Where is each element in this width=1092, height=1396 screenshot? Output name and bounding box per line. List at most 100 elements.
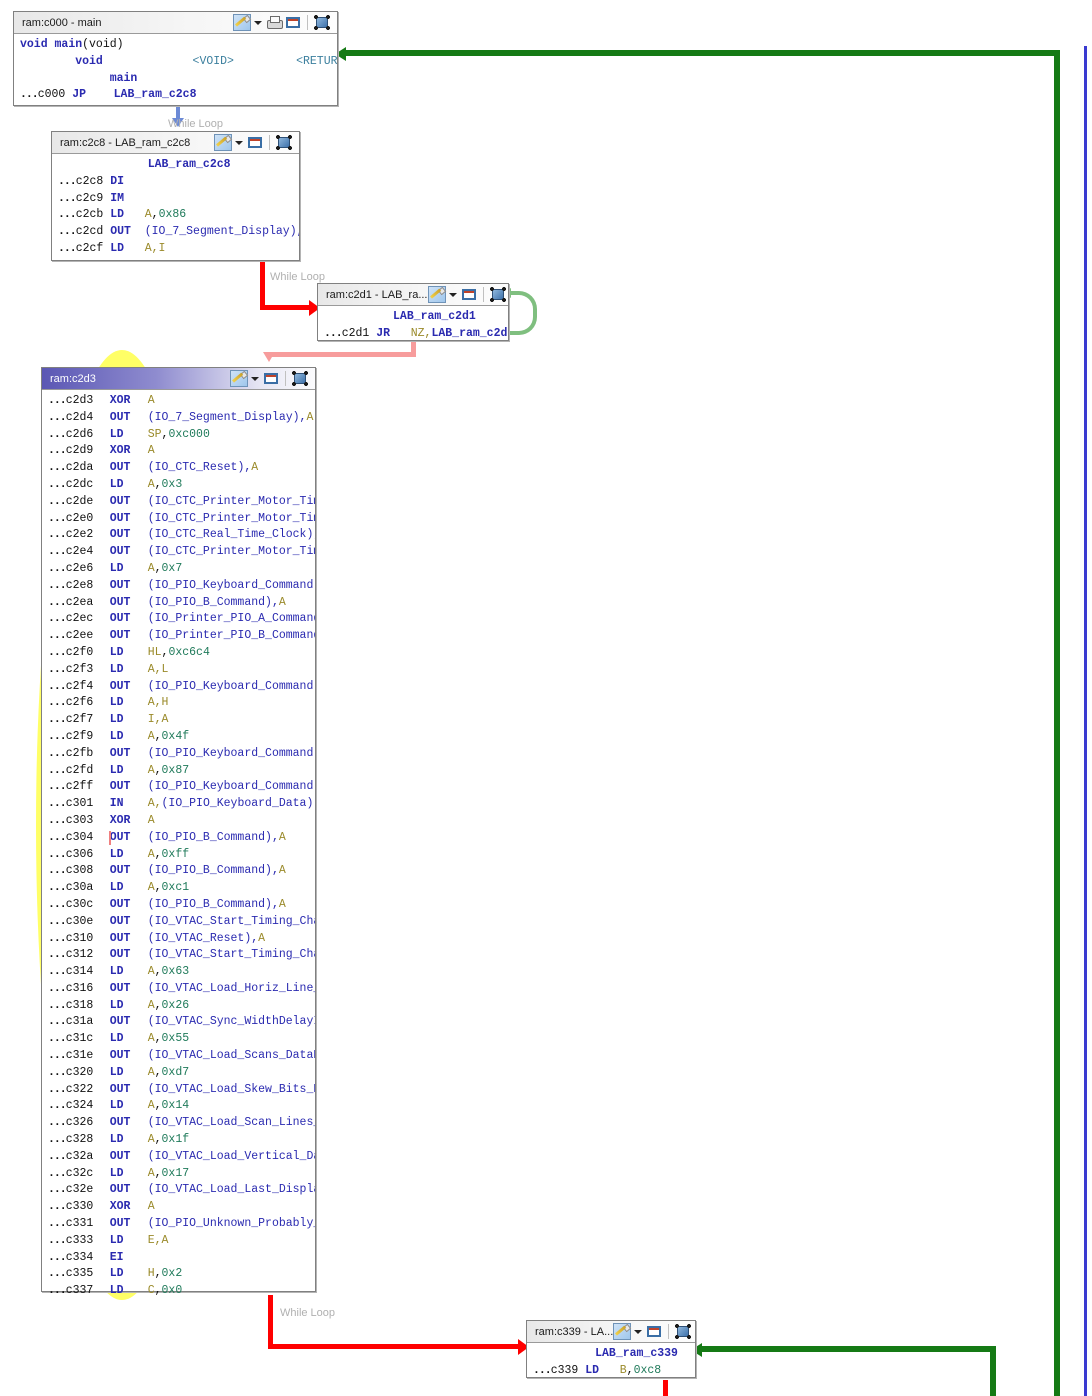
code-line[interactable]: ...c2c8 DI	[52, 174, 299, 191]
chevron-down-icon[interactable]	[251, 371, 260, 386]
block-ram-c2d3[interactable]: ram:c2d3 ...c2d3 XOR A ...c2d4 OUT (IO_7_Se…	[41, 367, 316, 1297]
fit-window-icon[interactable]	[489, 287, 506, 302]
code-line[interactable]: ...c314 LD A,0x63	[42, 964, 315, 981]
code-line[interactable]: ...c334 EI	[42, 1250, 315, 1267]
block-ram-c000[interactable]: ram:c000 - main void main(void) void <VO…	[13, 11, 338, 106]
code-line[interactable]: ...c324 LD A,0x14	[42, 1098, 315, 1115]
edge-c2d3-to-c339-horizontal[interactable]	[268, 1344, 525, 1349]
window-icon[interactable]	[247, 135, 263, 150]
code-line[interactable]: ...c2da OUT (IO_CTC_Reset),A	[42, 460, 315, 477]
block-c000-code[interactable]: void main(void) void <VOID> <RETURN> mai…	[14, 34, 337, 108]
block-ram-c2d1[interactable]: ram:c2d1 - LAB_ra... LAB_ram_c2d1 ...c2d…	[317, 283, 509, 341]
block-c000-toolbar[interactable]	[233, 14, 334, 31]
code-line[interactable]: ...c2ea OUT (IO_PIO_B_Command),A	[42, 595, 315, 612]
block-c339-toolbar[interactable]	[613, 1323, 695, 1340]
code-line[interactable]: ...c2de OUT (IO_CTC_Printer_Motor_Timer	[42, 494, 315, 511]
code-line[interactable]: ...c308 OUT (IO_PIO_B_Command),A	[42, 863, 315, 880]
code-line[interactable]: ...c2ee OUT (IO_Printer_PIO_B_Commands	[42, 628, 315, 645]
block-ram-c2c8[interactable]: ram:c2c8 - LAB_ram_c2c8 LAB_ram_c2c8 ...…	[51, 131, 300, 261]
code-line[interactable]: ...c2d9 XOR A	[42, 443, 315, 460]
code-line[interactable]: ...c331 OUT (IO_PIO_Unknown_Probably_K	[42, 1216, 315, 1233]
code-line[interactable]: ...c2cd OUT (IO_7_Segment_Display),A	[52, 224, 299, 241]
code-line[interactable]: ...c000 JP LAB_ram_c2c8	[14, 87, 337, 104]
code-line[interactable]: ...c30c OUT (IO_PIO_B_Command),A	[42, 897, 315, 914]
code-line[interactable]: ...c2e2OUT (IO_CTC_Real_Time_Clock),A	[42, 527, 315, 544]
pencil-icon[interactable]	[233, 14, 251, 31]
code-line[interactable]: ...c32c LD A,0x17	[42, 1166, 315, 1183]
code-line[interactable]: LAB_ram_c2d1	[318, 309, 508, 326]
block-c000-titlebar[interactable]: ram:c000 - main	[14, 12, 337, 34]
block-c2d1-titlebar[interactable]: ram:c2d1 - LAB_ra...	[318, 284, 508, 306]
pencil-icon[interactable]	[230, 370, 248, 387]
code-line[interactable]: ...c31e OUT (IO_VTAC_Load_Scans_DataRo	[42, 1048, 315, 1065]
code-line[interactable]: ...c2f3 LD A,L	[42, 662, 315, 679]
chevron-down-icon[interactable]	[254, 15, 263, 30]
code-line[interactable]: ...c2cb LD A,0x86	[52, 207, 299, 224]
code-line[interactable]: ...c318 LD A,0x26	[42, 998, 315, 1015]
code-line[interactable]: ...c2f4OUT (IO_PIO_Keyboard_Command),A	[42, 679, 315, 696]
code-line[interactable]: ...c304 OUT (IO_PIO_B_Command),A	[42, 830, 315, 847]
chevron-down-icon[interactable]	[634, 1324, 643, 1339]
code-line[interactable]: ...c316 OUT (IO_VTAC_Load_Horiz_Line_C	[42, 981, 315, 998]
graph-canvas[interactable]: While Loop While Loop While Loop ram:c00…	[0, 0, 1092, 1396]
code-line[interactable]: main	[14, 71, 337, 88]
code-line[interactable]: ...c2ec OUT (IO_Printer_PIO_A_Commands	[42, 611, 315, 628]
code-line[interactable]: ...c330 XOR A	[42, 1199, 315, 1216]
pencil-icon[interactable]	[613, 1323, 632, 1340]
code-line[interactable]: ...c337 LD C,0x0	[42, 1283, 315, 1300]
block-c339-titlebar[interactable]: ram:c339 - LA...	[527, 1321, 695, 1343]
edge-back-to-c000-horizontal[interactable]	[344, 50, 1060, 56]
fit-window-icon[interactable]	[292, 371, 308, 386]
code-line[interactable]: ...c2f6 LD A,H	[42, 695, 315, 712]
code-line[interactable]: ...c310 OUT (IO_VTAC_Reset),A	[42, 931, 315, 948]
code-line[interactable]: ...c2d4 OUT (IO_7_Segment_Display),A	[42, 410, 315, 427]
edge-c2c8-to-c2d1-vertical[interactable]	[260, 258, 265, 308]
code-line[interactable]: ...c322 OUT (IO_VTAC_Load_Skew_Bits_Da	[42, 1082, 315, 1099]
window-icon[interactable]	[646, 1324, 662, 1339]
block-ram-c339[interactable]: ram:c339 - LA... LAB_ram_c339 ...c339 LD…	[526, 1320, 696, 1378]
code-line[interactable]: ...c328 LD A,0x1f	[42, 1132, 315, 1149]
code-line[interactable]: ...c303 XOR A	[42, 813, 315, 830]
code-line[interactable]: ...c2f9 LD A,0x4f	[42, 729, 315, 746]
code-line[interactable]: void main(void)	[14, 37, 337, 54]
code-line[interactable]: LAB_ram_c339	[527, 1346, 695, 1363]
block-c2d1-toolbar[interactable]	[427, 286, 510, 303]
code-line[interactable]: ...c31a OUT (IO_VTAC_Sync_WidthDelayIn	[42, 1014, 315, 1031]
code-line[interactable]: ...c2e6 LD A,0x7	[42, 561, 315, 578]
code-line[interactable]: ...c333 LD E,A	[42, 1233, 315, 1250]
code-line[interactable]: ...c306 LD A,0xff	[42, 847, 315, 864]
code-line[interactable]: ...c2f7 LD I,A	[42, 712, 315, 729]
block-c2c8-toolbar[interactable]	[214, 134, 296, 151]
block-c2d3-toolbar[interactable]	[230, 370, 312, 387]
block-c2c8-code[interactable]: LAB_ram_c2c8 ...c2c8 DI ...c2c9 IM ...c2…	[52, 154, 299, 262]
fit-window-icon[interactable]	[276, 135, 292, 150]
edge-back-to-c000-vertical[interactable]	[1054, 50, 1060, 1396]
code-line[interactable]: ...c2fd LD A,0x87	[42, 763, 315, 780]
code-line[interactable]: ...c2f0 LD HL,0xc6c4	[42, 645, 315, 662]
edge-blue-right-rail[interactable]	[1084, 46, 1087, 1396]
chevron-down-icon[interactable]	[235, 135, 244, 150]
code-line[interactable]: ...c2ffOUT (IO_PIO_Keyboard_Command),A	[42, 779, 315, 796]
code-line[interactable]: ...c32a OUT (IO_VTAC_Load_Vertical_Dat	[42, 1149, 315, 1166]
fit-window-icon[interactable]	[314, 15, 330, 30]
code-line[interactable]: ...c2d6 LD SP,0xc000	[42, 427, 315, 444]
pencil-icon[interactable]	[427, 286, 446, 303]
code-line[interactable]: ...c2d1 JR NZ,LAB_ram_c2d1	[318, 326, 508, 343]
fit-window-icon[interactable]	[675, 1324, 692, 1339]
code-line[interactable]: ...c30a LD A,0xc1	[42, 880, 315, 897]
code-line[interactable]: ...c32e OUT (IO_VTAC_Load_Last_Display	[42, 1182, 315, 1199]
code-line[interactable]: ...c301 IN A,(IO_PIO_Keyboard_Data)	[42, 796, 315, 813]
block-c2d1-code[interactable]: LAB_ram_c2d1 ...c2d1 JR NZ,LAB_ram_c2d1	[318, 306, 508, 347]
block-c2d3-code[interactable]: ...c2d3 XOR A ...c2d4 OUT (IO_7_Segment_Dis…	[42, 390, 315, 1304]
code-line[interactable]: ...c2e0 OUT (IO_CTC_Printer_Motor_Timer	[42, 511, 315, 528]
block-c2c8-titlebar[interactable]: ram:c2c8 - LAB_ram_c2c8	[52, 132, 299, 154]
code-line[interactable]: ...c2cf LD A,I	[52, 241, 299, 258]
code-line[interactable]: ...c2c9 IM	[52, 191, 299, 208]
code-line[interactable]: ...c2fbOUT (IO_PIO_Keyboard_Command),A	[42, 746, 315, 763]
edge-c2c8-to-c2d1-horizontal[interactable]	[260, 305, 316, 310]
code-line[interactable]: ...c31c LD A,0x55	[42, 1031, 315, 1048]
edge-back-to-c339-horizontal[interactable]	[700, 1346, 996, 1352]
window-icon[interactable]	[263, 371, 279, 386]
window-icon[interactable]	[285, 15, 301, 30]
block-c339-code[interactable]: LAB_ram_c339 ...c339 LD B,0xc8	[527, 1343, 695, 1384]
